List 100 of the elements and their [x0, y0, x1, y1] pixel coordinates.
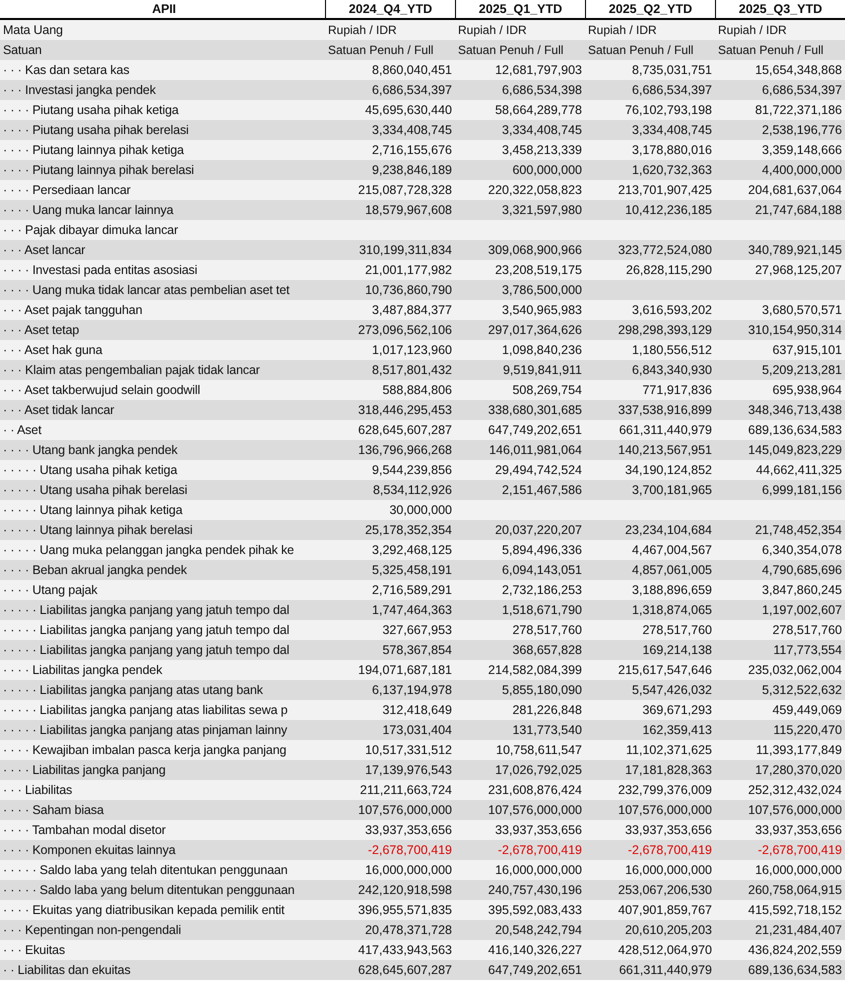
row-label: · · · · Liabilitas jangka pendek [2, 662, 164, 679]
table-cell-text: 312,418,649 [381, 702, 453, 719]
table-cell-text: 1,197,002,607 [761, 602, 843, 619]
table-cell-text: 260,758,064,915 [747, 882, 843, 899]
table-cell-text: 17,181,828,363 [624, 762, 713, 779]
table-cell-text: 5,312,522,632 [761, 682, 843, 699]
table-cell-text: 4,400,000,000 [761, 162, 843, 179]
table-cell-text: -2,678,700,419 [756, 842, 843, 859]
table-cell-text: 5,209,213,281 [761, 362, 843, 379]
table-cell-text: Rupiah / IDR [457, 22, 528, 39]
row-label: · · · · Tambahan modal disetor [2, 822, 167, 839]
table-cell-text: 6,686,534,398 [501, 82, 583, 99]
table-cell-text: 415,592,718,152 [747, 902, 843, 919]
table-cell-text: 21,001,177,982 [364, 262, 453, 279]
table-cell-text: 10,517,331,512 [364, 742, 453, 759]
table-cell-text: 16,000,000,000 [364, 862, 453, 879]
table-cell-text: 5,855,180,090 [501, 682, 583, 699]
table-cell-text: 2,716,155,676 [371, 142, 453, 159]
table-cell-text: 327,667,953 [381, 622, 453, 639]
table-cell-text: 131,773,540 [511, 722, 583, 739]
column-header: 2025_Q2_YTD [585, 0, 715, 18]
table-cell-text: 3,334,408,745 [631, 122, 713, 139]
table-cell-text: 3,458,213,339 [501, 142, 583, 159]
table-cell-text: 588,884,806 [381, 382, 453, 399]
table-cell-text: 29,494,742,524 [494, 462, 583, 479]
row-label: · · · · Uang muka lancar lainnya [2, 202, 174, 219]
row-label: · · · Investasi jangka pendek [2, 82, 157, 99]
table-cell-text: 695,938,964 [771, 382, 843, 399]
row-label: · · · · Kewajiban imbalan pasca kerja jangka panjang [2, 742, 288, 759]
table-cell-text: 417,433,943,563 [357, 942, 453, 959]
row-label: · · · Aset takberwujud selain goodwill [2, 382, 202, 399]
table-cell-text: 58,664,289,778 [494, 102, 583, 119]
table-cell-text: 194,071,687,181 [357, 662, 453, 679]
table-cell-text: 1,518,671,790 [501, 602, 583, 619]
table-cell-text: 9,519,841,911 [502, 362, 583, 379]
column-header: 2024_Q4_YTD [325, 0, 455, 18]
table-cell-text: 6,686,534,397 [371, 82, 453, 99]
table-cell-text: 278,517,760 [771, 622, 843, 639]
table-cell-text: 136,796,966,268 [357, 442, 453, 459]
table-cell-text: 395,592,083,433 [487, 902, 583, 919]
row-label: · · · · · Liabilitas jangka panjang atas utang bank [2, 682, 264, 699]
table-cell-text: 578,367,854 [381, 642, 453, 659]
table-cell-text: 145,049,823,229 [747, 442, 843, 459]
table-cell-text: 81,722,371,186 [754, 102, 843, 119]
table-cell-text: 15,654,348,868 [754, 62, 843, 79]
table-cell-text: 3,487,884,377 [371, 302, 453, 319]
row-label: · · · Pajak dibayar dimuka lancar [2, 222, 179, 239]
row-label: · · · · · Liabilitas jangka panjang yang jatuh tempo dal [2, 602, 290, 619]
table-cell-text: 4,857,061,005 [631, 562, 713, 579]
table-cell-text: 169,214,138 [641, 642, 713, 659]
table-cell-text: 107,576,000,000 [487, 802, 583, 819]
table-cell-text: 6,137,194,978 [371, 682, 453, 699]
table-cell-text: 637,915,101 [771, 342, 843, 359]
table-cell-text: 27,968,125,207 [754, 262, 843, 279]
row-label: · · · · Piutang usaha pihak berelasi [2, 122, 190, 139]
table-cell-text: 220,322,058,823 [487, 182, 583, 199]
row-label: · · · Kepentingan non-pengendali [2, 922, 182, 939]
table-cell-text: Rupiah / IDR [327, 22, 398, 39]
table-cell-text: 6,340,354,078 [761, 542, 843, 559]
table-cell-text: 436,824,202,559 [747, 942, 843, 959]
table-cell-text: 368,657,828 [511, 642, 583, 659]
table-cell-text: 23,234,104,684 [624, 522, 713, 539]
table-cell-text: 115,220,470 [772, 722, 843, 739]
table-cell-text: 253,067,206,530 [617, 882, 713, 899]
table-cell-text: 16,000,000,000 [624, 862, 713, 879]
table-cell-text: 21,747,684,188 [754, 202, 843, 219]
table-cell-text: 2,732,186,253 [501, 582, 583, 599]
table-cell-text: 661,311,440,979 [618, 962, 713, 979]
table-cell-text: 3,359,148,666 [761, 142, 843, 159]
table-cell-text: 30,000,000 [388, 502, 453, 519]
table-cell-text: 215,087,728,328 [357, 182, 453, 199]
row-label: · · · · · Utang lainnya pihak ketiga [2, 502, 184, 519]
table-cell-text: 252,312,432,024 [747, 782, 843, 799]
table-cell-text: 5,547,426,032 [631, 682, 713, 699]
table-cell-text: 689,136,634,583 [747, 422, 843, 439]
table-cell-text: 1,180,556,512 [631, 342, 713, 359]
table-cell-text: 298,298,393,129 [617, 322, 713, 339]
table-cell-text: 3,847,860,245 [761, 582, 843, 599]
table-cell-text: 407,901,859,767 [617, 902, 713, 919]
row-label: · · · Liabilitas [2, 782, 74, 799]
table-cell-text: 16,000,000,000 [494, 862, 583, 879]
table-cell-text: 5,894,496,336 [501, 542, 583, 559]
row-label: · · · · Uang muka tidak lancar atas pembelian aset tet [2, 282, 290, 299]
table-cell-text: 8,534,112,926 [372, 482, 453, 499]
table-cell-text: -2,678,700,419 [626, 842, 713, 859]
table-cell-text: 17,139,976,543 [364, 762, 453, 779]
table-cell-text: 309,068,900,966 [487, 242, 583, 259]
table-cell-text: 278,517,760 [641, 622, 713, 639]
table-cell-text: 11,102,371,625 [625, 742, 713, 759]
table-cell-text: 10,736,860,790 [364, 282, 453, 299]
table-cell-text: Satuan Penuh / Full [717, 42, 824, 59]
table-cell-text: 3,540,965,983 [501, 302, 583, 319]
table-cell-text: Satuan Penuh / Full [327, 42, 434, 59]
table-cell-text: 231,608,876,424 [487, 782, 583, 799]
table-cell-text: 647,749,202,651 [487, 422, 583, 439]
table-cell-text: 310,199,311,834 [358, 242, 453, 259]
table-cell-text: 213,701,907,425 [617, 182, 713, 199]
table-cell-text: 297,017,364,626 [487, 322, 583, 339]
table-cell-text: 689,136,634,583 [747, 962, 843, 979]
table-cell-text: 340,789,921,145 [747, 242, 843, 259]
